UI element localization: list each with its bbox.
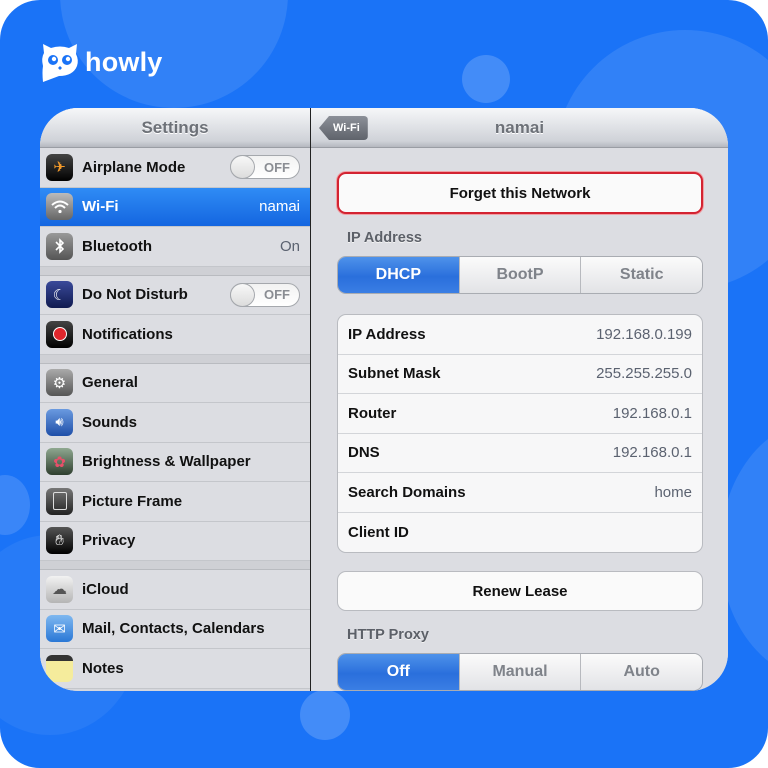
ipad-screen: Settings ✈ Airplane Mode OFF Wi-Fi namai (40, 108, 728, 691)
settings-item-label: Brightness & Wallpaper (82, 453, 251, 471)
toggle-state: OFF (264, 287, 290, 303)
renew-lease-button[interactable]: Renew Lease (337, 571, 703, 611)
master-navbar: Settings (40, 108, 310, 148)
back-button-wifi[interactable]: Wi-Fi (319, 116, 368, 140)
table-row[interactable]: Client ID (338, 513, 702, 553)
settings-item-value: On (279, 237, 300, 255)
gear-icon: ⚙ (46, 369, 73, 397)
settings-item-value: namai (259, 198, 300, 216)
decor-bubble (300, 690, 350, 740)
forget-network-button[interactable]: Forget this Network (337, 172, 703, 214)
settings-item-wifi[interactable]: Wi-Fi namai (40, 187, 310, 227)
bluetooth-icon (46, 232, 73, 260)
speaker-icon: 🔊︎ (46, 408, 73, 436)
promo-card: howly Settings ✈ Airplane Mode OFF Wi-Fi (0, 0, 768, 768)
ip-address-section-label: IP Address (347, 230, 422, 246)
settings-item-notes[interactable]: Notes (40, 649, 310, 689)
row-value: 192.168.0.1 (612, 444, 692, 462)
network-info-table: IP Address 192.168.0.199 Subnet Mask 255.2… (337, 314, 703, 553)
airplane-mode-toggle[interactable]: OFF (230, 155, 300, 180)
table-row[interactable]: Subnet Mask 255.255.255.0 (338, 355, 702, 394)
ip-mode-dhcp[interactable]: DHCP (338, 257, 459, 293)
row-key: Search Domains (348, 483, 466, 501)
settings-item-label: Privacy (82, 532, 136, 550)
brand-logo: howly (41, 42, 163, 82)
toggle-knob (230, 155, 255, 180)
settings-item-label: Do Not Disturb (82, 286, 188, 304)
group-separator (40, 561, 310, 570)
proxy-mode-manual[interactable]: Manual (458, 654, 581, 690)
brand-name: howly (85, 46, 163, 77)
owl-logo-icon (42, 44, 78, 82)
http-proxy-segmented-control: Off Manual Auto (337, 653, 703, 691)
row-value: 255.255.255.0 (596, 365, 692, 383)
settings-item-label: Wi-Fi (82, 198, 119, 216)
row-value: 192.168.0.1 (612, 404, 692, 422)
group-separator (40, 354, 310, 364)
row-key: IP Address (348, 325, 426, 343)
row-value: home (654, 483, 692, 501)
airplane-icon: ✈ (46, 153, 73, 181)
settings-item-label: Notes (82, 659, 124, 677)
settings-item-mail-contacts-calendars[interactable]: ✉ Mail, Contacts, Calendars (40, 609, 310, 649)
moon-icon: ☾ (46, 281, 73, 309)
settings-item-label: Picture Frame (82, 492, 183, 510)
flower-icon: ✿ (46, 448, 73, 476)
settings-item-label: Sounds (82, 413, 137, 431)
decor-bubble (462, 55, 510, 103)
hand-icon: ✋︎ (46, 527, 73, 555)
do-not-disturb-toggle[interactable]: OFF (230, 282, 300, 307)
row-key: Subnet Mask (348, 365, 441, 383)
settings-item-notifications[interactable]: Notifications (40, 315, 310, 355)
group-separator (40, 266, 310, 276)
proxy-mode-auto[interactable]: Auto (580, 654, 702, 690)
settings-item-label: General (82, 374, 138, 392)
settings-item-general[interactable]: ⚙ General (40, 363, 310, 403)
table-row[interactable]: Router 192.168.0.1 (338, 394, 702, 434)
wifi-detail-pane: Wi-Fi namai Forget this Network IP Addre… (311, 108, 728, 691)
notes-icon (46, 654, 73, 682)
settings-item-bluetooth[interactable]: Bluetooth On (40, 227, 310, 267)
ip-mode-bootp[interactable]: BootP (458, 257, 581, 293)
notifications-icon (46, 320, 73, 348)
row-key: Client ID (348, 523, 409, 541)
detail-title: namai (494, 117, 545, 137)
row-key: DNS (348, 444, 380, 462)
ip-mode-segmented-control: DHCP BootP Static (337, 256, 703, 294)
mail-icon: ✉ (46, 615, 73, 643)
detail-navbar: Wi-Fi namai (311, 108, 728, 148)
settings-item-airplane-mode[interactable]: ✈ Airplane Mode OFF (40, 148, 310, 188)
settings-item-label: Notifications (82, 325, 173, 343)
settings-item-brightness-wallpaper[interactable]: ✿ Brightness & Wallpaper (40, 442, 310, 482)
proxy-mode-off[interactable]: Off (338, 654, 459, 690)
row-value: 192.168.0.199 (596, 325, 692, 343)
settings-master-pane: Settings ✈ Airplane Mode OFF Wi-Fi namai (40, 108, 310, 691)
decor-bubble (0, 475, 30, 535)
table-row[interactable]: DNS 192.168.0.1 (338, 434, 702, 473)
settings-item-privacy[interactable]: ✋︎ Privacy (40, 521, 310, 561)
settings-item-label: Airplane Mode (82, 158, 186, 176)
ip-mode-static[interactable]: Static (580, 257, 702, 293)
settings-item-do-not-disturb[interactable]: ☾ Do Not Disturb OFF (40, 275, 310, 315)
settings-item-sounds[interactable]: 🔊︎ Sounds (40, 403, 310, 443)
picture-frame-icon (46, 487, 73, 515)
settings-item-label: Bluetooth (82, 237, 152, 255)
table-row[interactable]: IP Address 192.168.0.199 (338, 315, 702, 355)
row-key: Router (348, 404, 397, 422)
toggle-state: OFF (264, 159, 290, 175)
settings-item-icloud[interactable]: ☁ iCloud (40, 570, 310, 610)
table-row[interactable]: Search Domains home (338, 473, 702, 513)
master-title: Settings (141, 117, 209, 137)
settings-item-picture-frame[interactable]: Picture Frame (40, 482, 310, 522)
settings-item-label: iCloud (82, 580, 129, 598)
cloud-icon: ☁ (46, 575, 73, 603)
http-proxy-section-label: HTTP Proxy (347, 627, 429, 643)
wifi-icon (46, 193, 73, 221)
toggle-knob (230, 282, 255, 307)
settings-item-label: Mail, Contacts, Calendars (82, 620, 265, 638)
